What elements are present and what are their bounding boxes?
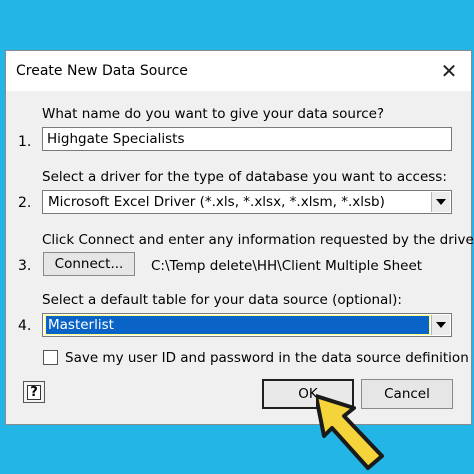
- default-table-dropdown-button[interactable]: [431, 315, 450, 335]
- connect-button[interactable]: Connect...: [43, 252, 135, 276]
- arrow-pointer-icon: [316, 394, 384, 470]
- default-table-value: Masterlist: [45, 315, 430, 335]
- chevron-down-icon: [436, 322, 446, 328]
- close-icon: ✕: [440, 59, 458, 83]
- step-1-number: 1.: [18, 134, 32, 150]
- step-2-number: 2.: [18, 195, 32, 211]
- title-bar: Create New Data Source ✕: [6, 51, 471, 91]
- close-button[interactable]: ✕: [433, 56, 465, 86]
- save-credentials-label: Save my user ID and password in the data…: [65, 350, 469, 366]
- create-new-data-source-dialog: Create New Data Source ✕ What name do yo…: [5, 50, 474, 426]
- step-4-number: 4.: [18, 318, 32, 334]
- driver-select[interactable]: Microsoft Excel Driver (*.xls, *.xlsx, *…: [42, 190, 452, 214]
- step-1-prompt: What name do you want to give your data …: [42, 106, 385, 122]
- driver-select-value: Microsoft Excel Driver (*.xls, *.xlsx, *…: [48, 194, 385, 210]
- step-2-prompt: Select a driver for the type of database…: [42, 169, 447, 185]
- help-button[interactable]: ?: [23, 381, 45, 403]
- connection-path: C:\Temp delete\HH\Client Multiple Sheet: [151, 258, 423, 274]
- data-source-name-input[interactable]: Highgate Specialists: [42, 127, 452, 151]
- step-3-number: 3.: [18, 258, 32, 274]
- save-credentials-checkbox[interactable]: [43, 350, 58, 365]
- step-3-prompt: Click Connect and enter any information …: [42, 232, 474, 248]
- chevron-down-icon: [436, 199, 446, 205]
- default-table-select[interactable]: Masterlist: [42, 313, 452, 337]
- dialog-title: Create New Data Source: [16, 63, 188, 79]
- step-4-prompt: Select a default table for your data sou…: [42, 292, 402, 308]
- help-icon: ?: [27, 384, 41, 400]
- dialog-content: What name do you want to give your data …: [6, 91, 474, 426]
- driver-dropdown-button[interactable]: [431, 192, 450, 212]
